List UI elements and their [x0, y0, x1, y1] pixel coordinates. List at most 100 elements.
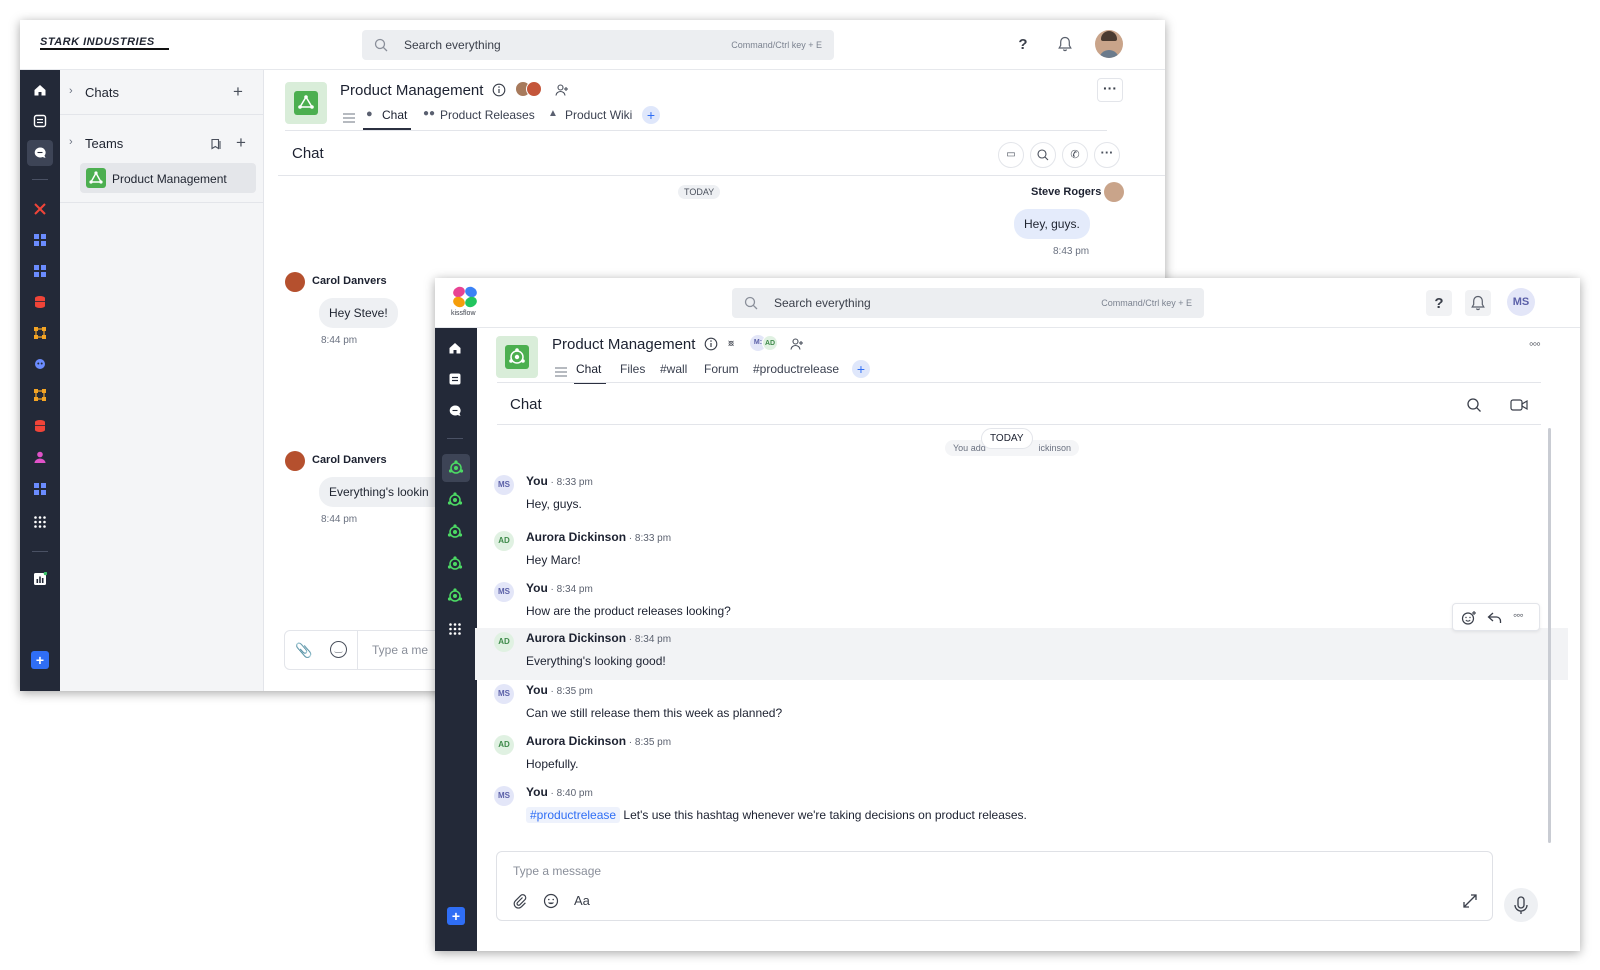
apps-grid-icon[interactable] — [28, 229, 52, 251]
message-author-line: Aurora Dickinson · 8:33 pm — [526, 530, 672, 544]
tab-chat[interactable]: Chat — [574, 360, 606, 384]
team-channel-icon[interactable] — [443, 521, 467, 543]
more-options-icon[interactable]: ◦◦◦ — [1529, 336, 1541, 351]
emoji-icon[interactable] — [543, 893, 559, 914]
all-apps-icon[interactable] — [443, 618, 467, 640]
tab-files[interactable]: Files — [620, 362, 645, 376]
tab-productrelease[interactable]: #productrelease — [753, 362, 839, 376]
database-icon[interactable] — [28, 291, 52, 313]
chat-icon[interactable] — [27, 140, 53, 166]
text-format-button[interactable]: Aa — [574, 893, 590, 908]
emoji-icon[interactable]: ‿ — [330, 641, 347, 658]
apps-grid-icon[interactable] — [28, 478, 52, 500]
tab-product-wiki[interactable]: ▲ Product Wiki — [548, 106, 638, 130]
group-icon: ●● — [423, 108, 436, 119]
top-bar: STARK INDUSTRIES Search everything Comma… — [20, 20, 1165, 70]
message-time: 8:44 pm — [321, 514, 358, 525]
channel-logo — [496, 336, 538, 378]
add-team-icon[interactable]: + — [236, 133, 246, 153]
bot-icon[interactable] — [28, 353, 52, 375]
message-author: Carol Danvers — [312, 454, 387, 466]
add-tab-button[interactable]: + — [642, 106, 660, 124]
all-apps-icon[interactable] — [28, 511, 52, 533]
message-row[interactable]: AD Aurora Dickinson · 8:34 pm Everything… — [475, 628, 1568, 680]
search-input[interactable]: Search everything Command/Ctrl key + E — [362, 30, 834, 60]
add-member-icon[interactable] — [790, 337, 804, 356]
add-chat-icon[interactable]: + — [233, 82, 243, 102]
home-icon[interactable] — [28, 79, 52, 101]
team-channel-icon[interactable] — [442, 454, 470, 482]
info-icon[interactable] — [492, 83, 506, 102]
info-icon[interactable] — [704, 337, 718, 356]
menu-icon[interactable] — [555, 364, 567, 382]
message-author: You — [526, 785, 548, 799]
scrollbar[interactable] — [1548, 428, 1551, 843]
analytics-icon[interactable] — [28, 568, 52, 590]
video-call-icon[interactable] — [1510, 398, 1528, 417]
message-text: Hopefully. — [526, 757, 579, 771]
help-icon[interactable]: ? — [1013, 34, 1033, 54]
member-avatar[interactable] — [526, 81, 542, 97]
search-placeholder: Search everything — [404, 38, 501, 52]
more-icon[interactable]: ··· — [1094, 142, 1120, 168]
user-avatar[interactable]: MS — [1507, 288, 1535, 316]
add-tab-button[interactable]: + — [852, 360, 870, 378]
expand-icon[interactable] — [1462, 893, 1478, 914]
search-input[interactable]: Search everything Command/Ctrl key + E — [732, 288, 1204, 318]
help-icon[interactable]: ? — [1426, 290, 1452, 316]
database-icon[interactable] — [28, 415, 52, 437]
tab-chat[interactable]: ● Chat — [363, 106, 411, 130]
person-icon[interactable] — [28, 446, 52, 468]
team-library-icon[interactable] — [210, 137, 222, 155]
bell-icon[interactable] — [1465, 290, 1491, 316]
more-options-button[interactable]: ··· — [1097, 78, 1123, 102]
flow-icon[interactable] — [28, 322, 52, 344]
add-reaction-icon[interactable] — [1461, 610, 1477, 631]
team-icon — [86, 168, 106, 188]
member-avatar[interactable]: AD — [762, 335, 778, 351]
home-icon[interactable] — [443, 337, 467, 359]
comment-icon[interactable]: ▭ — [998, 142, 1024, 168]
user-avatar[interactable] — [1095, 30, 1123, 58]
tab-product-releases[interactable]: ●● Product Releases — [423, 106, 538, 130]
call-icon[interactable]: ✆ — [1062, 142, 1088, 168]
rail-divider — [447, 438, 463, 439]
add-member-icon[interactable] — [555, 83, 569, 102]
search-icon[interactable] — [1466, 397, 1482, 418]
rail-divider — [32, 551, 48, 552]
teams-section-header[interactable]: › Teams + — [60, 131, 264, 157]
tasks-icon[interactable] — [443, 368, 467, 390]
sidebar-item-product-management[interactable]: Product Management — [80, 163, 256, 193]
team-channel-icon[interactable] — [443, 489, 467, 511]
hashtag-link[interactable]: #productrelease — [526, 807, 621, 823]
chat-icon[interactable] — [443, 400, 467, 422]
add-app-button[interactable]: + — [447, 907, 465, 925]
team-channel-icon[interactable] — [443, 553, 467, 575]
add-app-button[interactable]: + — [31, 651, 49, 669]
pin-icon[interactable]: ⌖ — [722, 335, 740, 353]
author-avatar: MS — [494, 582, 514, 602]
tab-forum[interactable]: Forum — [704, 362, 739, 376]
flow-icon[interactable] — [28, 384, 52, 406]
tools-icon[interactable] — [28, 198, 52, 220]
message-text: Can we still release them this week as p… — [526, 706, 783, 720]
voice-message-button[interactable] — [1504, 888, 1538, 922]
team-channel-icon[interactable] — [443, 585, 467, 607]
menu-icon[interactable] — [343, 110, 355, 128]
search-icon[interactable] — [1030, 142, 1056, 168]
more-icon[interactable]: ◦◦◦ — [1513, 608, 1524, 622]
tasks-icon[interactable] — [28, 110, 52, 132]
attach-icon[interactable]: 📎 — [295, 642, 312, 659]
tab-wall[interactable]: #wall — [660, 362, 687, 376]
app-rail: + — [435, 328, 477, 951]
message-text: #productrelease Let's use this hashtag w… — [526, 807, 1027, 823]
chats-section-header[interactable]: › Chats + — [60, 80, 264, 106]
message-time: 8:35 pm — [634, 737, 672, 748]
attach-icon[interactable] — [512, 893, 528, 914]
message-row: MS You · 8:34 pm How are the product rel… — [475, 578, 1568, 630]
reply-icon[interactable] — [1487, 611, 1503, 630]
bell-icon[interactable] — [1055, 34, 1075, 54]
message-composer[interactable]: Type a message Aa — [496, 851, 1493, 921]
message-author: Aurora Dickinson — [526, 631, 627, 645]
apps-grid-icon[interactable] — [28, 260, 52, 282]
